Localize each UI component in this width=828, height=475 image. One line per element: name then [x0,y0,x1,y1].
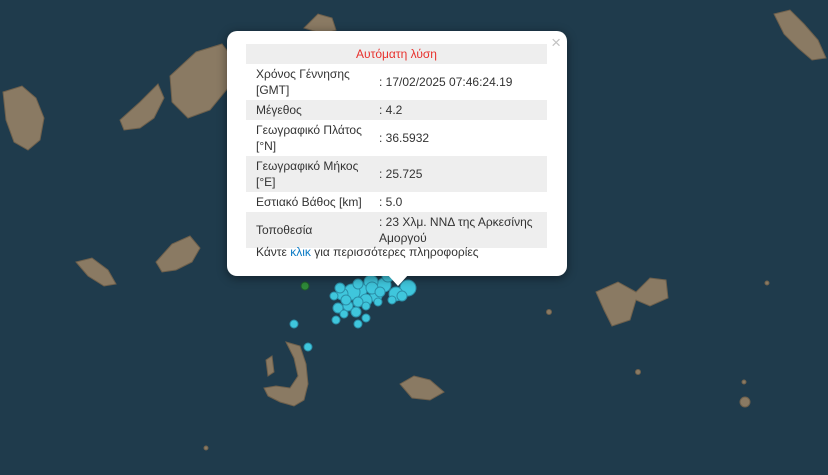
popup-title-row: Αυτόματη λύση [246,44,547,64]
earthquake-marker[interactable] [352,296,364,308]
popup-pointer [387,274,409,286]
row-value: : 36.5932 [379,131,430,145]
earthquake-marker[interactable] [331,315,341,325]
earthquake-marker[interactable] [353,319,363,329]
islet [741,379,747,385]
islet [739,396,751,408]
row-label: Γεωγραφικό Μήκος [°E] [256,159,359,189]
table-row: Μέγεθος : 4.2 [246,100,547,120]
earthquake-popup: × Αυτόματη λύση Χρόνος Γέννησης [GMT] : … [227,31,567,276]
row-value: : 23 Χλμ. ΝΝΔ της Αρκεσίνης Αμοργού [379,215,533,245]
earthquake-marker[interactable] [329,291,339,301]
earthquake-marker[interactable] [352,278,364,290]
island-therasia [265,355,275,377]
more-prefix: Κάντε [256,245,291,259]
table-row: Εστιακό Βάθος [km] : 5.0 [246,192,547,212]
earthquake-marker[interactable] [361,301,371,311]
earthquake-marker[interactable] [339,309,349,319]
table-row: Τοποθεσία : 23 Χλμ. ΝΝΔ της Αρκεσίνης Αμ… [246,212,547,248]
earthquake-marker[interactable] [289,319,299,329]
row-label: Μέγεθος [256,103,302,117]
more-suffix: για περισσότερες πληροφορίες [310,245,479,259]
earthquake-marker[interactable] [387,295,397,305]
earthquake-marker[interactable] [373,297,383,307]
row-value: : 5.0 [379,195,403,209]
earthquake-marker[interactable] [303,342,313,352]
popup-title: Αυτόματη λύση [356,47,437,61]
earthquake-marker[interactable] [340,294,352,306]
row-value: : 4.2 [379,103,403,117]
table-row: Χρόνος Γέννησης [GMT] : 17/02/2025 07:46… [246,64,547,100]
earthquake-marker[interactable] [374,286,386,298]
table-row: Γεωγραφικό Μήκος [°E] : 25.725 [246,156,547,192]
earthquake-marker[interactable] [334,282,346,294]
islet [203,445,209,451]
more-info: Κάντε κλικ για περισσότερες πληροφορίες [256,245,479,259]
row-value: : 17/02/2025 07:46:24.19 [379,75,513,89]
row-label: Χρόνος Γέννησης [GMT] [256,67,350,97]
row-value: : 25.725 [379,167,423,181]
row-label: Εστιακό Βάθος [km] [256,195,362,209]
table-row: Γεωγραφικό Πλάτος [°N] : 36.5932 [246,120,547,156]
islet [635,369,641,375]
islet [546,309,552,315]
row-label: Τοποθεσία [256,223,313,237]
earthquake-marker[interactable] [396,290,408,302]
close-icon[interactable]: × [551,34,561,52]
more-info-link[interactable]: κλικ [290,245,311,259]
earthquake-marker-older[interactable] [300,281,310,291]
islet [764,280,770,286]
earthquake-marker[interactable] [361,313,371,323]
row-label: Γεωγραφικό Πλάτος [°N] [256,123,362,153]
info-table: Αυτόματη λύση Χρόνος Γέννησης [GMT] : 17… [246,44,547,248]
earthquake-marker[interactable] [350,306,362,318]
